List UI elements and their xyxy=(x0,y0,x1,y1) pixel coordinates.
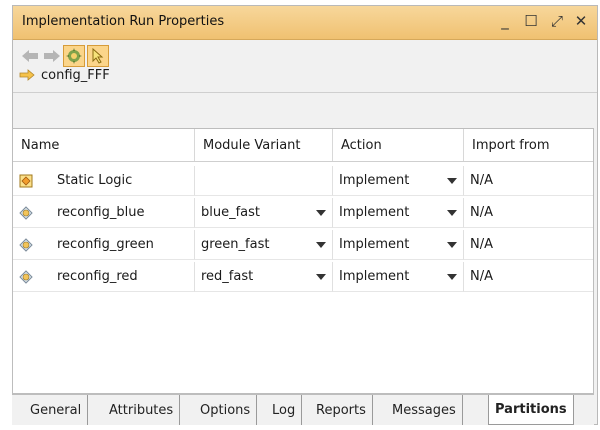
module-variant-dropdown[interactable]: green_fast xyxy=(195,230,333,260)
float-button[interactable]: ⤢ xyxy=(546,10,568,32)
action-dropdown[interactable]: Implement xyxy=(333,230,464,260)
tab-attributes[interactable]: Attributes xyxy=(103,395,181,425)
reconfig-module-icon xyxy=(19,269,33,284)
static-logic-icon xyxy=(19,174,33,188)
row-import-from: N/A xyxy=(464,262,593,292)
tab-reports[interactable]: Reports xyxy=(310,395,373,425)
window-title: Implementation Run Properties xyxy=(22,14,225,29)
reconfig-module-icon xyxy=(19,205,33,220)
tab-general[interactable]: General xyxy=(24,395,89,425)
chevron-down-icon xyxy=(316,242,326,248)
config-name: config_FFF xyxy=(41,67,110,83)
table-row[interactable]: reconfig_blue blue_fast Implement N/A xyxy=(13,198,593,228)
tab-messages[interactable]: Messages xyxy=(386,395,463,425)
tab-options[interactable]: Options xyxy=(194,395,258,425)
title-bar[interactable]: Implementation Run Properties _ ☐ ⤢ ✕ xyxy=(13,6,597,40)
col-header-module-variant[interactable]: Module Variant xyxy=(195,129,333,161)
divider xyxy=(13,92,597,93)
close-button[interactable]: ✕ xyxy=(570,10,592,32)
chevron-down-icon xyxy=(447,210,457,216)
row-name: reconfig_green xyxy=(57,237,154,252)
table-header: Name Module Variant Action Import from xyxy=(13,129,593,162)
module-variant-dropdown[interactable]: blue_fast xyxy=(195,198,333,228)
action-dropdown[interactable]: Implement xyxy=(333,262,464,292)
tab-log[interactable]: Log xyxy=(266,395,303,425)
action-dropdown[interactable]: Implement xyxy=(333,166,464,196)
tab-partitions[interactable]: Partitions xyxy=(488,395,574,425)
action-dropdown[interactable]: Implement xyxy=(333,198,464,228)
row-import-from: N/A xyxy=(464,166,593,196)
table-row[interactable]: reconfig_green green_fast Implement N/A xyxy=(13,230,593,260)
chevron-down-icon xyxy=(316,274,326,280)
col-header-name[interactable]: Name xyxy=(13,129,195,161)
row-name: Static Logic xyxy=(57,173,133,188)
maximize-button[interactable]: ☐ xyxy=(520,10,542,32)
minimize-button[interactable]: _ xyxy=(494,10,516,32)
row-name: reconfig_red xyxy=(57,269,138,284)
tab-bar: General Attributes Options Log Reports M… xyxy=(12,394,594,425)
chevron-down-icon xyxy=(447,274,457,280)
col-header-action[interactable]: Action xyxy=(333,129,464,161)
row-variant xyxy=(195,166,333,196)
row-import-from: N/A xyxy=(464,198,593,228)
config-row: config_FFF xyxy=(13,60,597,90)
chevron-down-icon xyxy=(316,210,326,216)
table-row[interactable]: reconfig_red red_fast Implement N/A xyxy=(13,262,593,292)
col-header-import-from[interactable]: Import from xyxy=(464,129,593,161)
row-name: reconfig_blue xyxy=(57,205,145,220)
reconfig-module-icon xyxy=(19,237,33,252)
module-variant-dropdown[interactable]: red_fast xyxy=(195,262,333,292)
chevron-down-icon xyxy=(447,178,457,184)
table-row[interactable]: Static Logic Implement N/A xyxy=(13,166,593,196)
arrow-right-icon xyxy=(19,69,35,81)
row-import-from: N/A xyxy=(464,230,593,260)
chevron-down-icon xyxy=(447,242,457,248)
